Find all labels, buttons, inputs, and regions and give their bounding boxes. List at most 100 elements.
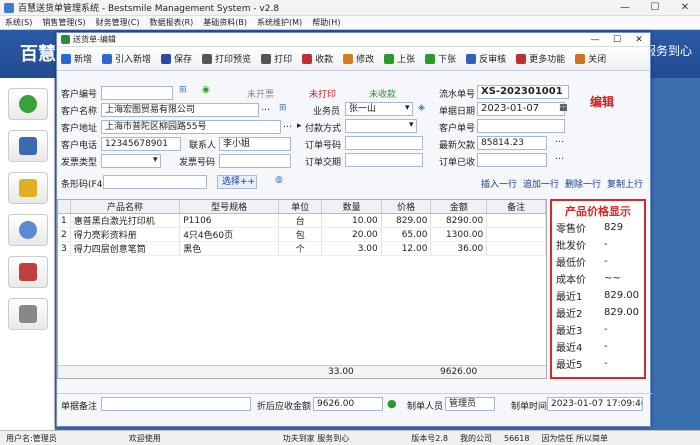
dialog-maximize-icon[interactable]: ☐	[606, 35, 628, 45]
menu-basic[interactable]: 基础资料(B)	[198, 17, 252, 28]
pay-method-select[interactable]	[345, 119, 417, 133]
salesman-select[interactable]: 张一山	[345, 102, 413, 116]
invoice-no-field[interactable]	[219, 154, 291, 168]
table-row[interactable]: 3 得力四层创意笔筒 黑色个 3.00 12.00 36.00	[58, 241, 546, 256]
table-cell[interactable]: 829.00	[381, 213, 432, 228]
column-header[interactable]: 价格	[381, 200, 432, 214]
column-header[interactable]: 金额	[430, 200, 488, 214]
table-cell[interactable]: 得力四层创意笔筒	[70, 241, 181, 256]
table-cell[interactable]: 12.00	[381, 241, 432, 256]
table-cell[interactable]: 3.00	[321, 241, 382, 256]
remark-field[interactable]	[101, 397, 251, 411]
phone-field[interactable]: 12345678901	[101, 137, 181, 151]
table-cell[interactable]: 2	[58, 227, 71, 242]
column-header[interactable]: 单位	[278, 200, 323, 214]
table-cell[interactable]: 黑色	[179, 241, 280, 256]
collect-button[interactable]: 收款	[302, 52, 333, 65]
prev-button[interactable]: 上张	[384, 52, 415, 65]
dialog-close-icon[interactable]: ✕	[628, 35, 650, 45]
save-button[interactable]: 保存	[161, 52, 192, 65]
customer-search-icon[interactable]: ⊞	[279, 103, 287, 113]
column-header[interactable]: 备注	[486, 200, 546, 214]
append-row-link[interactable]: 追加一行	[523, 180, 559, 190]
table-cell[interactable]	[486, 241, 546, 256]
close-icon[interactable]: ✕	[670, 2, 700, 13]
launcher-settings-button[interactable]	[8, 298, 48, 330]
date-picker[interactable]: 2023-01-07	[477, 102, 565, 116]
menu-help[interactable]: 帮助(H)	[307, 17, 345, 28]
select-button[interactable]: 选择++	[217, 175, 257, 189]
salesman-chevron-down-icon[interactable]: ▾	[405, 103, 410, 113]
table-cell[interactable]: P1106	[179, 213, 280, 228]
launcher-doc-button[interactable]	[8, 130, 48, 162]
customer-code-field[interactable]	[101, 86, 173, 100]
order-no-field[interactable]: XS-202301001	[477, 85, 569, 99]
modify-button[interactable]: 修改	[343, 52, 374, 65]
customer-name-more-button[interactable]: …	[261, 103, 270, 113]
table-cell[interactable]: 8290.00	[430, 213, 488, 228]
launcher-tools-button[interactable]	[8, 256, 48, 288]
address-more-button[interactable]: …	[283, 120, 292, 130]
table-cell[interactable]: 1300.00	[430, 227, 488, 242]
print-preview-button[interactable]: 打印预览	[202, 52, 251, 65]
invoice-type-select[interactable]	[101, 154, 161, 168]
invoice-type-chevron-down-icon[interactable]: ▾	[153, 155, 158, 165]
table-cell[interactable]: 惠普黑白激光打印机	[70, 213, 181, 228]
refresh-icon[interactable]: ◉	[202, 85, 210, 95]
next-button[interactable]: 下张	[425, 52, 456, 65]
barcode-field[interactable]	[103, 175, 207, 189]
add-button[interactable]: 新增	[61, 52, 92, 65]
launcher-check-button[interactable]	[8, 88, 48, 120]
dialog-minimize-icon[interactable]: —	[584, 35, 606, 45]
globe-icon[interactable]: ◍	[275, 175, 283, 185]
menu-sales[interactable]: 销售管理(S)	[37, 17, 90, 28]
table-cell[interactable]: 1	[58, 213, 71, 228]
table-cell[interactable]: 个	[278, 241, 323, 256]
minimize-icon[interactable]: —	[610, 2, 640, 13]
table-cell[interactable]: 10.00	[321, 213, 382, 228]
order-num-field[interactable]	[345, 136, 423, 150]
table-cell[interactable]: 65.00	[381, 227, 432, 242]
copy-row-link[interactable]: 复制上行	[607, 180, 643, 190]
column-header[interactable]: 数量	[321, 200, 382, 214]
column-header[interactable]	[58, 200, 71, 214]
salesman-edit-icon[interactable]: ◈	[418, 103, 425, 113]
table-row[interactable]: 2 得力亮彩资料册 4只4色60页包 20.00 65.00 1300.00	[58, 227, 546, 242]
more-button[interactable]: 更多功能	[516, 52, 565, 65]
delete-row-link[interactable]: 删除一行	[565, 180, 601, 190]
menu-report[interactable]: 数据报表(R)	[144, 17, 198, 28]
cust-order-field[interactable]	[477, 119, 565, 133]
contact-field[interactable]: 李小姐	[219, 137, 291, 151]
address-field[interactable]: 上海市普陀区柳园路55号	[101, 120, 281, 134]
menu-system[interactable]: 系统(S)	[0, 17, 37, 28]
menu-maintain[interactable]: 系统维护(M)	[252, 17, 307, 28]
debt-more-button[interactable]: …	[555, 135, 564, 145]
table-cell[interactable]: 包	[278, 227, 323, 242]
lookup-icon[interactable]: ⊞	[179, 85, 187, 95]
launcher-search-button[interactable]	[8, 214, 48, 246]
menu-finance[interactable]: 财务管理(C)	[91, 17, 145, 28]
table-cell[interactable]	[486, 227, 546, 242]
table-cell[interactable]	[486, 213, 546, 228]
column-header[interactable]: 型号规格	[179, 200, 280, 214]
table-cell[interactable]: 20.00	[321, 227, 382, 242]
launcher-folder-button[interactable]	[8, 172, 48, 204]
close-button[interactable]: 关闭	[575, 52, 606, 65]
column-header[interactable]: 产品名称	[70, 200, 181, 214]
customer-name-field[interactable]: 上海宏图贸易有限公司	[101, 103, 259, 117]
table-cell[interactable]: 台	[278, 213, 323, 228]
table-cell[interactable]: 3	[58, 241, 71, 256]
pay-method-chevron-down-icon[interactable]: ▾	[409, 120, 414, 130]
print-button[interactable]: 打印	[261, 52, 292, 65]
unaudit-button[interactable]: 反审核	[466, 52, 506, 65]
delivery-field[interactable]	[345, 153, 423, 167]
table-cell[interactable]: 4只4色60页	[179, 227, 280, 242]
import-add-button[interactable]: 引入新增	[102, 52, 151, 65]
table-cell[interactable]: 得力亮彩资料册	[70, 227, 181, 242]
maximize-icon[interactable]: ☐	[640, 2, 670, 13]
table-cell[interactable]: 36.00	[430, 241, 488, 256]
collected-more-button[interactable]: …	[555, 152, 564, 162]
calendar-icon[interactable]: ▦	[559, 103, 568, 113]
insert-row-link[interactable]: 插入一行	[481, 180, 517, 190]
table-row[interactable]: 1 惠普黑白激光打印机 P1106 台 10.00 829.00 8290.00	[58, 213, 546, 228]
